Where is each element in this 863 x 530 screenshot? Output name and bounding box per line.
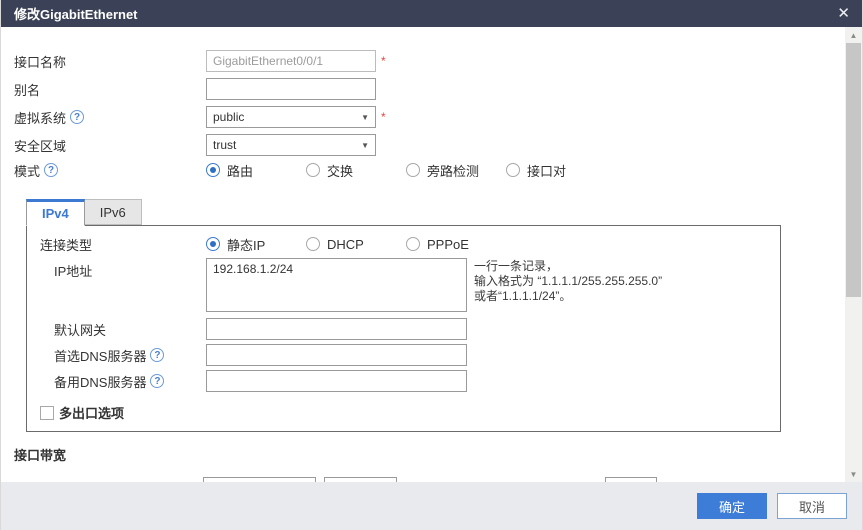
scroll-down-icon[interactable]: ▼ xyxy=(845,466,862,482)
row-mode: 模式 ? 路由 交换 旁路检测 接口对 xyxy=(1,159,845,181)
connection-radio-static-ip[interactable]: 静态IP xyxy=(206,235,306,254)
primary-dns-input[interactable] xyxy=(206,344,467,366)
connection-type-label: 连接类型 xyxy=(40,235,206,254)
modify-interface-dialog: 修改GigabitEthernet ✕ 接口名称 * 别名 虚拟系统 ? pub… xyxy=(0,0,863,530)
radio-icon xyxy=(506,163,520,177)
ok-button[interactable]: 确定 xyxy=(697,493,767,519)
secondary-dns-label: 备用DNS服务器 xyxy=(54,372,146,391)
radio-icon xyxy=(306,163,320,177)
interface-name-label: 接口名称 xyxy=(14,52,206,71)
ip-address-textarea[interactable]: 192.168.1.2/24 xyxy=(206,258,467,312)
hint-line: 输入格式为 “1.1.1.1/255.255.255.0” xyxy=(474,274,662,289)
row-primary-dns: 首选DNS服务器 ? xyxy=(27,344,780,366)
help-icon[interactable]: ? xyxy=(150,348,164,362)
row-security-zone: 安全区域 trust ▼ xyxy=(1,131,845,159)
radio-icon xyxy=(406,237,420,251)
dialog-footer: 确定 取消 xyxy=(1,482,862,530)
security-zone-label: 安全区域 xyxy=(14,136,206,155)
primary-dns-label: 首选DNS服务器 xyxy=(54,346,146,365)
scrollbar-thumb[interactable] xyxy=(846,43,861,297)
multi-exit-checkbox[interactable] xyxy=(40,406,54,420)
radio-icon xyxy=(306,237,320,251)
row-default-gateway: 默认网关 xyxy=(27,318,780,340)
radio-icon xyxy=(206,163,220,177)
alias-label: 别名 xyxy=(14,80,206,99)
interface-name-input[interactable] xyxy=(206,50,376,72)
mode-radio-switch[interactable]: 交换 xyxy=(306,161,406,180)
tab-ipv6[interactable]: IPv6 xyxy=(85,199,142,225)
row-connection-type: 连接类型 静态IP DHCP PPPoE xyxy=(27,232,780,256)
virtual-system-select[interactable]: public ▼ xyxy=(206,106,376,128)
vertical-scrollbar[interactable]: ▲ ▼ xyxy=(845,27,862,482)
connection-radio-pppoe[interactable]: PPPoE xyxy=(406,237,469,252)
secondary-dns-input[interactable] xyxy=(206,370,467,392)
mode-option-label: 路由 xyxy=(227,161,253,180)
chevron-down-icon: ▼ xyxy=(361,113,369,122)
virtual-system-value: public xyxy=(213,110,244,124)
mode-radio-route[interactable]: 路由 xyxy=(206,161,306,180)
connection-option-label: 静态IP xyxy=(227,235,265,254)
security-zone-value: trust xyxy=(213,138,236,152)
dialog-titlebar: 修改GigabitEthernet ✕ xyxy=(1,0,862,27)
row-interface-name: 接口名称 * xyxy=(1,47,845,75)
ip-address-hint: 一行一条记录， 输入格式为 “1.1.1.1/255.255.255.0” 或者… xyxy=(474,258,662,304)
row-secondary-dns: 备用DNS服务器 ? xyxy=(27,370,780,392)
connection-option-label: PPPoE xyxy=(427,237,469,252)
radio-icon xyxy=(206,237,220,251)
dialog-title: 修改GigabitEthernet xyxy=(14,4,138,23)
connection-radio-dhcp[interactable]: DHCP xyxy=(306,237,406,252)
multi-exit-label: 多出口选项 xyxy=(59,403,124,422)
row-ip-address: IP地址 192.168.1.2/24 一行一条记录， 输入格式为 “1.1.1… xyxy=(27,258,780,312)
row-multi-exit-option: 多出口选项 xyxy=(27,403,780,422)
mode-label: 模式 xyxy=(14,161,40,180)
default-gateway-input[interactable] xyxy=(206,318,467,340)
mode-option-label: 接口对 xyxy=(527,161,566,180)
close-icon[interactable]: ✕ xyxy=(837,6,850,21)
cancel-button[interactable]: 取消 xyxy=(777,493,847,519)
dialog-body: 接口名称 * 别名 虚拟系统 ? public ▼ * 安全区域 trust xyxy=(1,27,845,482)
bandwidth-section-title: 接口带宽 xyxy=(14,445,845,464)
radio-icon xyxy=(406,163,420,177)
ip-version-tabs: IPv4 IPv6 xyxy=(26,199,845,225)
help-icon[interactable]: ? xyxy=(44,163,58,177)
virtual-system-label: 虚拟系统 xyxy=(14,108,66,127)
connection-option-label: DHCP xyxy=(327,237,364,252)
security-zone-select[interactable]: trust ▼ xyxy=(206,134,376,156)
ip-address-label: IP地址 xyxy=(54,261,206,280)
row-virtual-system: 虚拟系统 ? public ▼ * xyxy=(1,103,845,131)
help-icon[interactable]: ? xyxy=(150,374,164,388)
mode-radio-interface-pair[interactable]: 接口对 xyxy=(506,161,566,180)
default-gateway-label: 默认网关 xyxy=(54,320,206,339)
scroll-up-icon[interactable]: ▲ xyxy=(845,27,862,43)
mode-option-label: 旁路检测 xyxy=(427,161,479,180)
ipv4-panel: 连接类型 静态IP DHCP PPPoE IP地址 192.168.1.2/24 xyxy=(26,225,781,432)
row-alias: 别名 xyxy=(1,75,845,103)
tab-ipv4[interactable]: IPv4 xyxy=(26,199,85,226)
mode-option-label: 交换 xyxy=(327,161,353,180)
hint-line: 或者“1.1.1.1/24”。 xyxy=(474,289,662,304)
hint-line: 一行一条记录， xyxy=(474,259,662,274)
alias-input[interactable] xyxy=(206,78,376,100)
chevron-down-icon: ▼ xyxy=(361,141,369,150)
required-asterisk: * xyxy=(381,54,386,68)
mode-radio-bypass[interactable]: 旁路检测 xyxy=(406,161,506,180)
help-icon[interactable]: ? xyxy=(70,110,84,124)
required-asterisk: * xyxy=(381,110,386,124)
